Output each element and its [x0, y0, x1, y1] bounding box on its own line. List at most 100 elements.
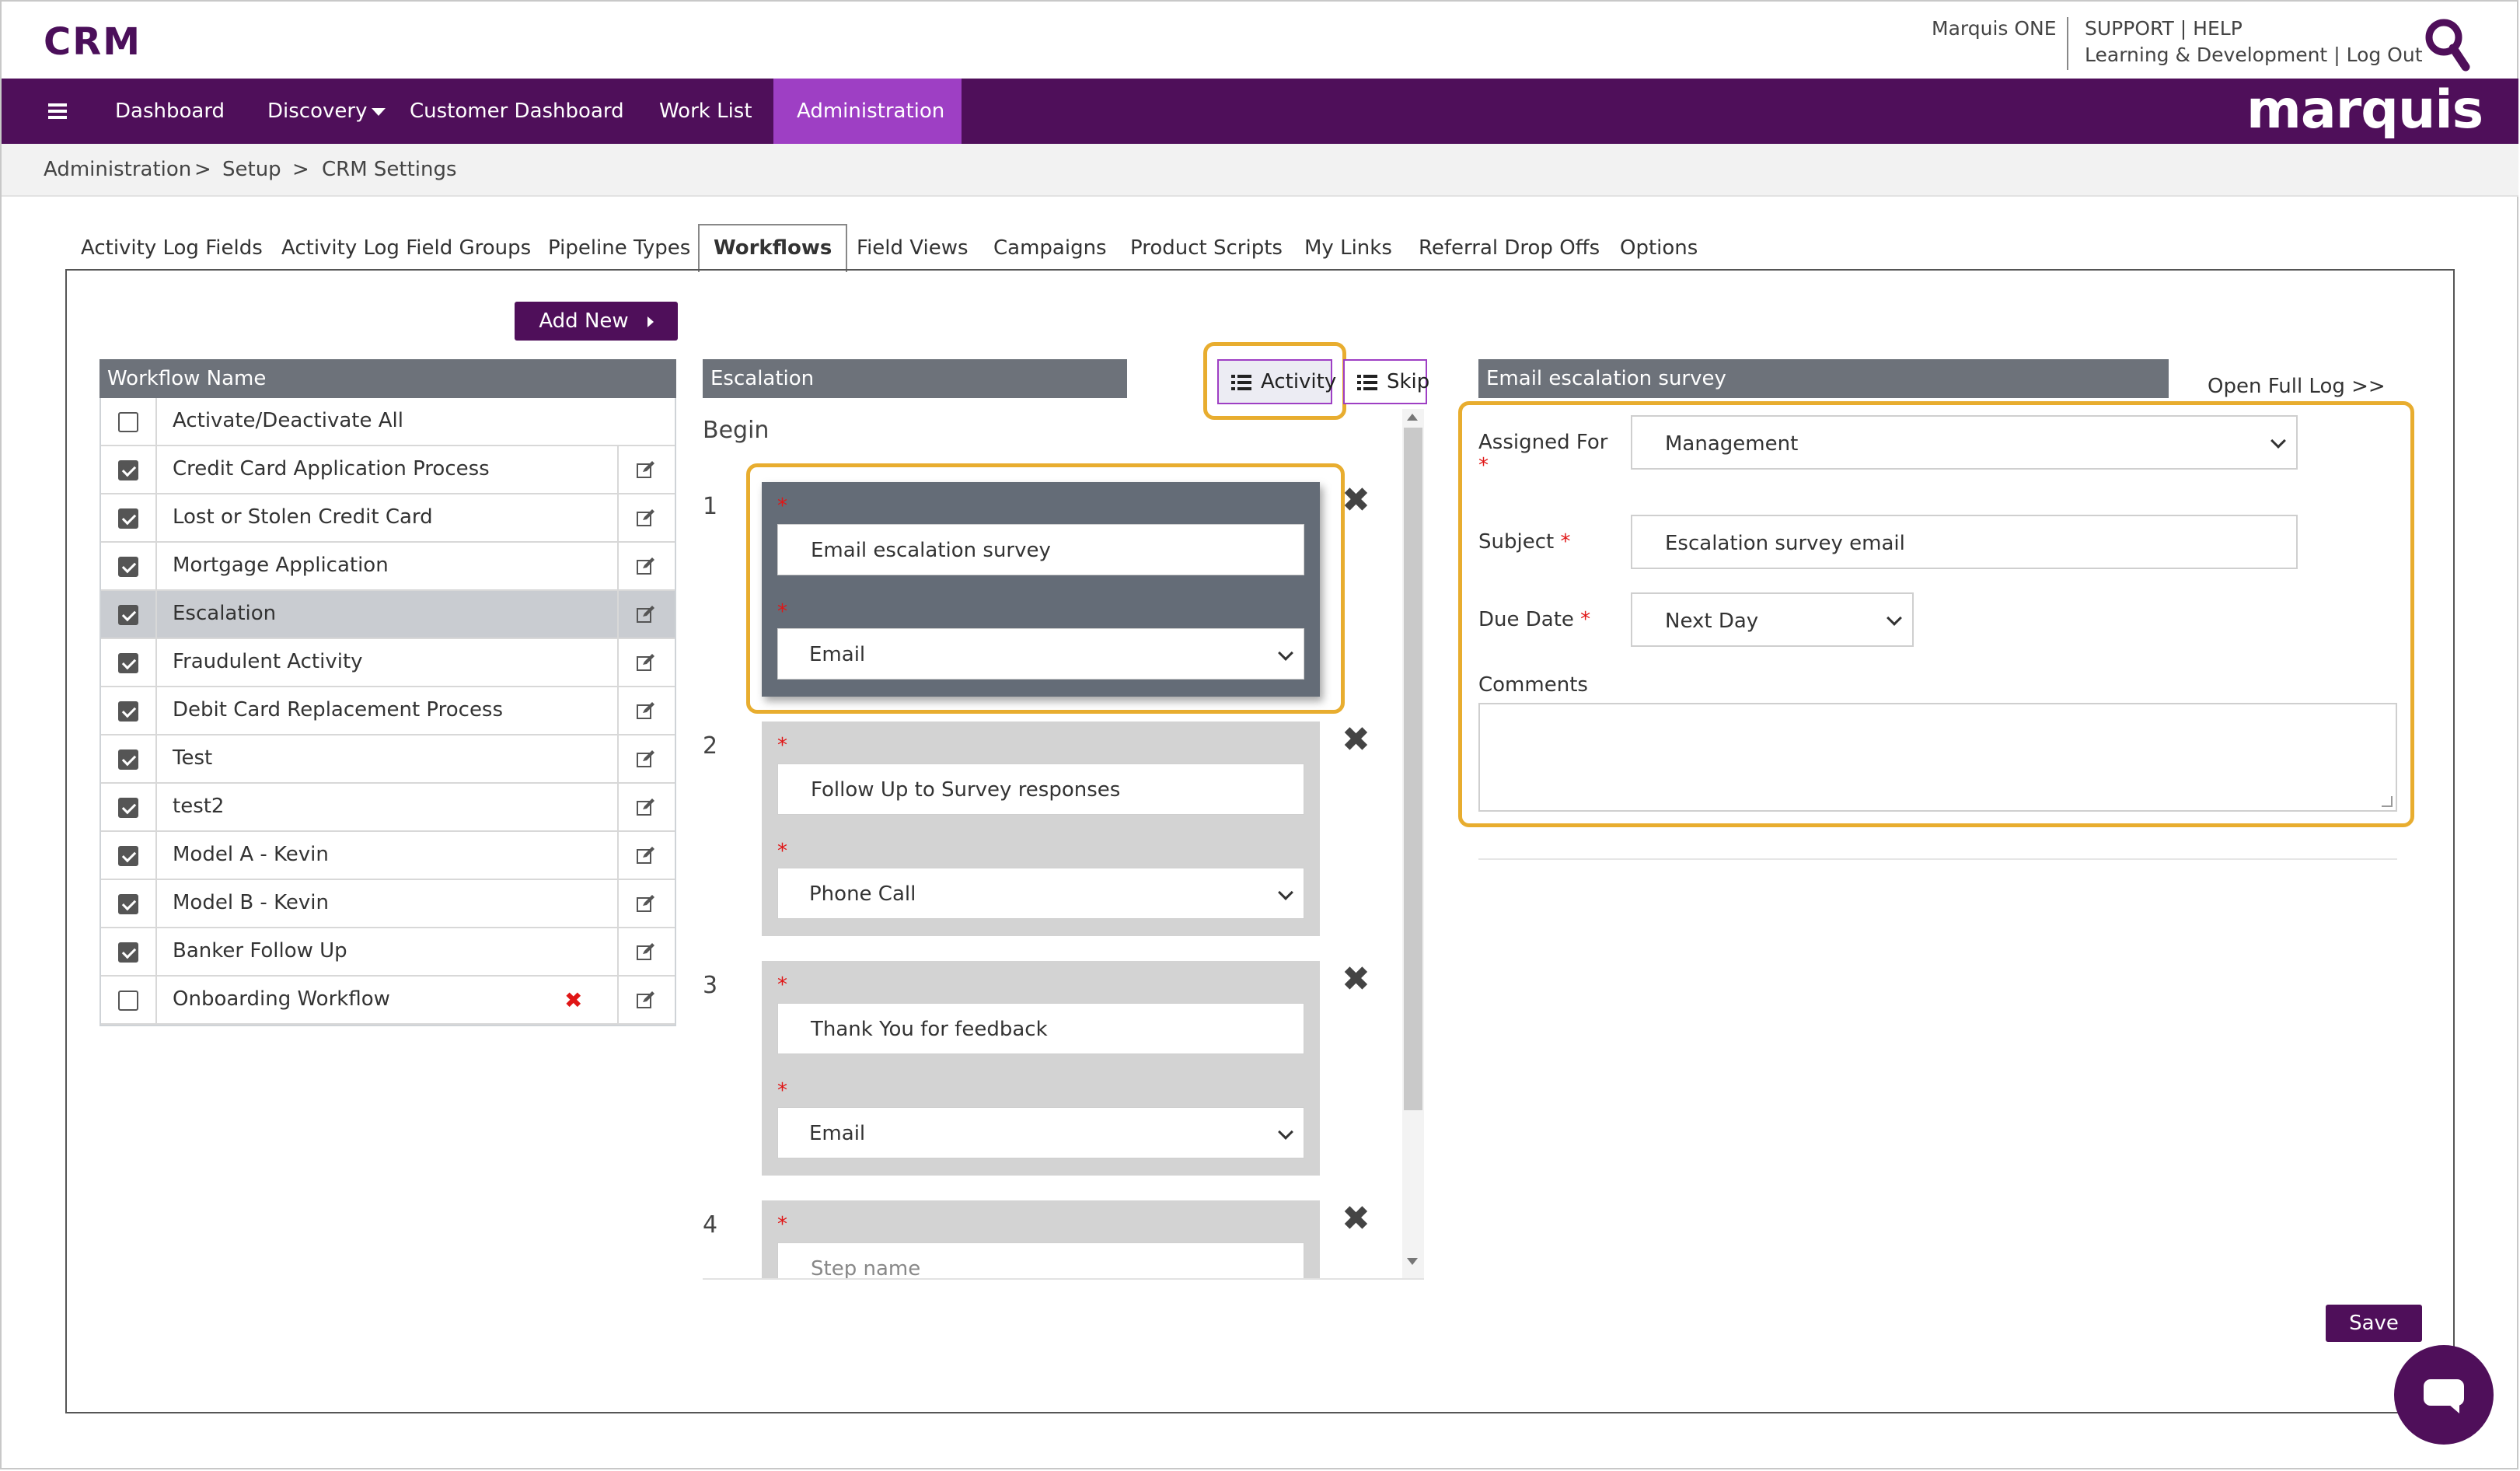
nav-dashboard[interactable]: Dashboard	[115, 79, 225, 144]
tab-activity-log-field-groups[interactable]: Activity Log Field Groups	[281, 225, 531, 271]
table-row[interactable]: Escalation	[101, 591, 675, 639]
save-button[interactable]: Save	[2326, 1305, 2422, 1342]
due-date-select[interactable]: Next Day	[1631, 592, 1914, 647]
workflow-name[interactable]: Banker Follow Up	[173, 939, 347, 963]
step-card-4[interactable]: * Step name	[762, 1200, 1320, 1278]
workflow-active-checkbox[interactable]	[118, 846, 138, 866]
edit-icon[interactable]	[636, 701, 656, 720]
table-row[interactable]: Banker Follow Up	[101, 928, 675, 977]
comments-textarea[interactable]	[1478, 703, 2397, 812]
marquis-one-link[interactable]: Marquis ONE	[1932, 17, 2057, 40]
remove-step-icon[interactable]: ✖	[1342, 720, 1370, 760]
skip-toggle-button[interactable]: Skip	[1343, 359, 1429, 404]
workflow-name[interactable]: Onboarding Workflow	[173, 987, 390, 1011]
nav-customer-dashboard[interactable]: Customer Dashboard	[410, 79, 624, 144]
workflow-name[interactable]: Test	[173, 746, 212, 770]
step-name-input[interactable]: Follow Up to Survey responses	[777, 763, 1304, 815]
edit-icon[interactable]	[636, 605, 656, 624]
workflow-name[interactable]: Mortgage Application	[173, 554, 389, 577]
edit-icon[interactable]	[636, 894, 656, 913]
edit-icon[interactable]	[636, 653, 656, 672]
edit-icon[interactable]	[636, 460, 656, 479]
scroll-up-icon[interactable]	[1407, 414, 1418, 421]
workflow-active-checkbox[interactable]	[118, 460, 138, 480]
table-row[interactable]: test2	[101, 784, 675, 832]
workflow-active-checkbox[interactable]	[118, 701, 138, 722]
edit-icon[interactable]	[636, 942, 656, 961]
workflow-active-checkbox[interactable]	[118, 991, 138, 1011]
resize-grip-icon[interactable]	[2382, 796, 2393, 807]
workflow-name[interactable]: Model A - Kevin	[173, 843, 329, 866]
workflow-name[interactable]: Lost or Stolen Credit Card	[173, 505, 433, 529]
remove-step-icon[interactable]: ✖	[1342, 480, 1370, 520]
chat-widget-button[interactable]	[2394, 1345, 2494, 1445]
step-type-select[interactable]: Email	[777, 1107, 1304, 1158]
step-type-select[interactable]: Phone Call	[777, 868, 1304, 919]
nav-discovery[interactable]: Discovery	[267, 79, 386, 144]
edit-icon[interactable]	[636, 798, 656, 816]
nav-work-list[interactable]: Work List	[659, 79, 752, 144]
help-link[interactable]: HELP	[2193, 17, 2243, 40]
tab-activity-log-fields[interactable]: Activity Log Fields	[81, 225, 263, 271]
logout-link[interactable]: Log Out	[2347, 44, 2423, 66]
subject-input[interactable]: Escalation survey email	[1631, 515, 2298, 569]
edit-icon[interactable]	[636, 508, 656, 527]
table-row[interactable]: Debit Card Replacement Process	[101, 687, 675, 736]
step-name-input[interactable]: Email escalation survey	[777, 524, 1304, 575]
table-row[interactable]: Fraudulent Activity	[101, 639, 675, 687]
workflow-active-checkbox[interactable]	[118, 942, 138, 963]
edit-icon[interactable]	[636, 991, 656, 1009]
workflow-name[interactable]: Fraudulent Activity	[173, 650, 363, 673]
workflow-name[interactable]: Escalation	[173, 602, 276, 625]
tab-workflows[interactable]: Workflows	[698, 224, 848, 272]
learning-development-link[interactable]: Learning & Development	[2085, 44, 2327, 66]
nav-administration[interactable]: Administration	[773, 79, 962, 181]
breadcrumb-setup[interactable]: Setup	[222, 158, 281, 181]
table-row[interactable]: Model B - Kevin	[101, 880, 675, 928]
steps-scrollbar-thumb[interactable]	[1404, 428, 1422, 1110]
table-row[interactable]: Credit Card Application Process	[101, 446, 675, 494]
edit-icon[interactable]	[636, 749, 656, 768]
step-type-select[interactable]: Email	[777, 628, 1304, 680]
workflow-name[interactable]: test2	[173, 795, 224, 818]
tab-product-scripts[interactable]: Product Scripts	[1130, 225, 1283, 271]
table-row[interactable]: Lost or Stolen Credit Card	[101, 494, 675, 543]
search-icon[interactable]	[2424, 17, 2470, 73]
workflow-name[interactable]: Credit Card Application Process	[173, 457, 490, 480]
tab-referral-drop-offs[interactable]: Referral Drop Offs	[1419, 225, 1600, 271]
workflow-active-checkbox[interactable]	[118, 894, 138, 914]
select-all-checkbox[interactable]	[118, 412, 138, 432]
tab-field-views[interactable]: Field Views	[857, 225, 969, 271]
step-card-2[interactable]: * Follow Up to Survey responses * Phone …	[762, 722, 1320, 936]
table-row[interactable]: Test	[101, 736, 675, 784]
tab-campaigns[interactable]: Campaigns	[993, 225, 1107, 271]
table-row[interactable]: Mortgage Application	[101, 543, 675, 591]
step-name-input[interactable]: Thank You for feedback	[777, 1003, 1304, 1054]
menu-icon[interactable]	[48, 103, 67, 119]
step-name-input[interactable]: Step name	[777, 1242, 1304, 1278]
workflow-active-checkbox[interactable]	[118, 557, 138, 577]
open-full-log-link[interactable]: Open Full Log >>	[2208, 375, 2386, 398]
step-card-1[interactable]: * Email escalation survey * Email	[762, 482, 1320, 697]
table-row[interactable]: Model A - Kevin	[101, 832, 675, 880]
step-card-3[interactable]: * Thank You for feedback * Email	[762, 961, 1320, 1176]
assigned-for-select[interactable]: Management	[1631, 415, 2298, 470]
activity-toggle-button[interactable]: Activity	[1217, 359, 1336, 404]
workflow-active-checkbox[interactable]	[118, 798, 138, 818]
add-new-button[interactable]: Add New	[515, 302, 678, 341]
workflow-name[interactable]: Debit Card Replacement Process	[173, 698, 503, 722]
breadcrumb-administration[interactable]: Administration	[44, 158, 191, 181]
tab-options[interactable]: Options	[1620, 225, 1698, 271]
remove-step-icon[interactable]: ✖	[1342, 959, 1370, 999]
edit-icon[interactable]	[636, 846, 656, 865]
remove-step-icon[interactable]: ✖	[1342, 1199, 1370, 1239]
edit-icon[interactable]	[636, 557, 656, 575]
tab-pipeline-types[interactable]: Pipeline Types	[548, 225, 690, 271]
workflow-active-checkbox[interactable]	[118, 605, 138, 625]
support-link[interactable]: SUPPORT	[2085, 17, 2174, 40]
delete-icon[interactable]: ✖	[564, 987, 582, 1013]
table-row[interactable]: Onboarding Workflow ✖	[101, 977, 675, 1025]
tab-my-links[interactable]: My Links	[1304, 225, 1392, 271]
workflow-active-checkbox[interactable]	[118, 749, 138, 770]
scroll-down-icon[interactable]	[1407, 1258, 1418, 1265]
